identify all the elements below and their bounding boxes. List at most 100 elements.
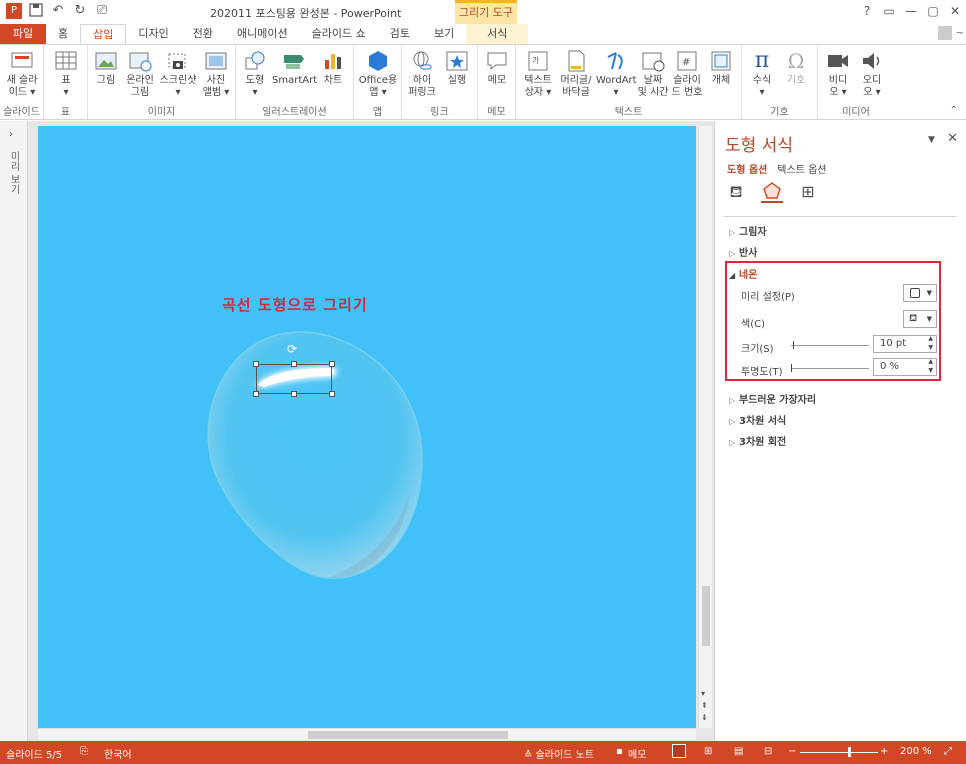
glow-size-slider-thumb[interactable]: [793, 341, 794, 349]
slide-show-icon[interactable]: ⊟: [764, 746, 772, 757]
vertical-scrollbar[interactable]: ▾ ⇞ ⇟: [698, 126, 712, 728]
equation-button[interactable]: π 수식 ▾: [746, 49, 778, 99]
resize-handle-top[interactable]: [291, 361, 297, 367]
language-indicator[interactable]: 한국어: [104, 746, 132, 761]
zoom-slider-thumb[interactable]: [848, 747, 851, 757]
table-button[interactable]: 표 ▾: [50, 49, 82, 99]
tab-insert[interactable]: 삽입: [80, 24, 127, 44]
reading-view-icon[interactable]: ▤: [734, 746, 743, 757]
glow-size-slider[interactable]: [791, 345, 869, 346]
close-pane-icon[interactable]: ✕: [947, 131, 958, 146]
spinner-icon[interactable]: ▲ ▼: [928, 357, 933, 375]
normal-view-icon[interactable]: [672, 744, 686, 758]
help-icon[interactable]: ?: [856, 0, 878, 22]
maximize-button[interactable]: ▢: [922, 0, 944, 22]
zoom-level[interactable]: 200 %: [900, 746, 932, 757]
tab-text-options[interactable]: 텍스트 옵션: [777, 161, 826, 176]
action-button[interactable]: 실행: [442, 49, 472, 87]
glow-size-input[interactable]: 10 pt ▲ ▼: [873, 335, 937, 353]
undo-icon[interactable]: ↶: [50, 3, 66, 19]
glow-transparency-slider[interactable]: [791, 368, 869, 369]
shapes-button[interactable]: 도형 ▾: [240, 49, 270, 99]
tab-design[interactable]: 디자인: [126, 24, 180, 44]
thumbnail-pane-collapsed[interactable]: › 미리 보기: [0, 121, 28, 741]
glow-presets-dropdown[interactable]: ▼: [903, 284, 937, 302]
zoom-slider[interactable]: [800, 752, 878, 753]
video-button[interactable]: 비디 오 ▾: [822, 49, 854, 99]
online-pictures-button[interactable]: 온라인 그림: [122, 49, 158, 99]
slide-counter[interactable]: 슬라이드 5/5: [6, 746, 62, 761]
glow-color-dropdown[interactable]: ⛾ ▼: [903, 310, 937, 328]
save-icon[interactable]: [28, 3, 44, 19]
notes-button[interactable]: ≙ 슬라이드 노트: [524, 746, 594, 761]
spinner-icon[interactable]: ▲ ▼: [928, 334, 933, 352]
screenshot-button[interactable]: 스크린샷 ▾: [158, 49, 198, 99]
new-slide-button[interactable]: 새 슬라 이드 ▾: [3, 49, 41, 99]
tab-review[interactable]: 검토: [378, 24, 422, 44]
minimize-button[interactable]: —: [900, 0, 922, 22]
header-footer-button[interactable]: 머리글/ 바닥글: [558, 49, 594, 99]
slide-number-button[interactable]: # 슬라이 드 번호: [670, 49, 704, 99]
effects-pentagon-icon[interactable]: [761, 181, 783, 203]
comments-icon[interactable]: ▪: [616, 746, 623, 757]
shape-selection-frame[interactable]: [253, 361, 335, 397]
resize-handle-bottom[interactable]: [291, 391, 297, 397]
pane-options-icon[interactable]: ▼: [928, 135, 935, 145]
textbox-button[interactable]: 가 텍스트 상자 ▾: [520, 49, 556, 99]
group-label-text: 텍스트: [614, 107, 643, 118]
redo-icon[interactable]: ↻: [72, 3, 88, 19]
smartart-button[interactable]: SmartArt: [272, 49, 317, 87]
zoom-in-icon[interactable]: +: [880, 746, 888, 757]
ribbon-display-options-icon[interactable]: ▭: [878, 0, 900, 22]
rotate-handle-icon[interactable]: ⟳: [287, 342, 297, 356]
tab-file[interactable]: 파일: [0, 24, 46, 44]
tab-view[interactable]: 보기: [422, 24, 466, 44]
comment-button[interactable]: 메모: [482, 49, 512, 87]
horizontal-scroll-thumb[interactable]: [308, 731, 508, 739]
section-shadow[interactable]: ▷ 그림자: [729, 223, 767, 238]
audio-button[interactable]: 오디 오 ▾: [856, 49, 888, 99]
section-3d-format[interactable]: ▷ 3차원 서식: [729, 412, 786, 427]
photo-album-button[interactable]: 사진 앨범 ▾: [200, 49, 232, 99]
section-soft-edges[interactable]: ▷ 부드러운 가장자리: [729, 391, 816, 406]
spell-check-icon[interactable]: ⎘: [80, 746, 88, 757]
tab-animations[interactable]: 애니메이션: [225, 24, 300, 44]
zoom-out-icon[interactable]: −: [788, 746, 796, 757]
resize-handle-top-left[interactable]: [253, 361, 259, 367]
start-from-beginning-icon[interactable]: ⎚: [94, 3, 110, 19]
pictures-button[interactable]: 그림: [92, 49, 120, 87]
tab-shape-options[interactable]: 도형 옵션: [727, 161, 767, 176]
tab-slide-show[interactable]: 슬라이드 쇼: [300, 24, 378, 44]
expand-thumbnails-icon[interactable]: ›: [9, 129, 13, 140]
fill-line-icon[interactable]: ⛾: [725, 181, 747, 203]
comments-button[interactable]: 메모: [628, 746, 646, 761]
page-navigation-icon[interactable]: ▾ ⇞ ⇟: [701, 688, 708, 724]
date-time-button[interactable]: 날짜 및 시간: [636, 49, 670, 99]
resize-handle-bottom-left[interactable]: [253, 391, 259, 397]
glow-transparency-slider-thumb[interactable]: [791, 364, 792, 372]
slide-canvas[interactable]: 곡선 도형으로 그리기 ⟳: [38, 126, 696, 728]
size-properties-icon[interactable]: ⊞: [797, 181, 819, 203]
section-reflection[interactable]: ▷ 반사: [729, 244, 757, 259]
tab-transitions[interactable]: 전환: [181, 24, 225, 44]
slide-heading[interactable]: 곡선 도형으로 그리기: [222, 294, 368, 315]
section-3d-rotation[interactable]: ▷ 3차원 회전: [729, 433, 786, 448]
close-button[interactable]: ✕: [944, 0, 966, 22]
chart-button[interactable]: 차트: [318, 49, 348, 87]
object-button[interactable]: 개체: [706, 49, 736, 87]
wordart-button[interactable]: WordArt ▾: [596, 49, 637, 99]
resize-handle-top-right[interactable]: [329, 361, 335, 367]
fit-slide-icon[interactable]: ⤢: [944, 746, 952, 757]
tab-home[interactable]: 홈: [46, 24, 80, 44]
glow-transparency-input[interactable]: 0 % ▲ ▼: [873, 358, 937, 376]
horizontal-scrollbar[interactable]: [38, 728, 696, 740]
hyperlink-button[interactable]: 하이 퍼링크: [406, 49, 438, 99]
section-glow[interactable]: ◢ 네온: [729, 266, 757, 281]
collapse-ribbon-icon[interactable]: ⌃: [950, 105, 958, 116]
resize-handle-bottom-right[interactable]: [329, 391, 335, 397]
slide-sorter-icon[interactable]: ⊞: [704, 746, 712, 757]
office-apps-button[interactable]: Office용 앱 ▾: [358, 49, 398, 99]
tab-format[interactable]: 서식: [466, 24, 529, 44]
symbol-button[interactable]: Ω 기호: [780, 49, 812, 87]
vertical-scroll-thumb[interactable]: [702, 586, 710, 646]
